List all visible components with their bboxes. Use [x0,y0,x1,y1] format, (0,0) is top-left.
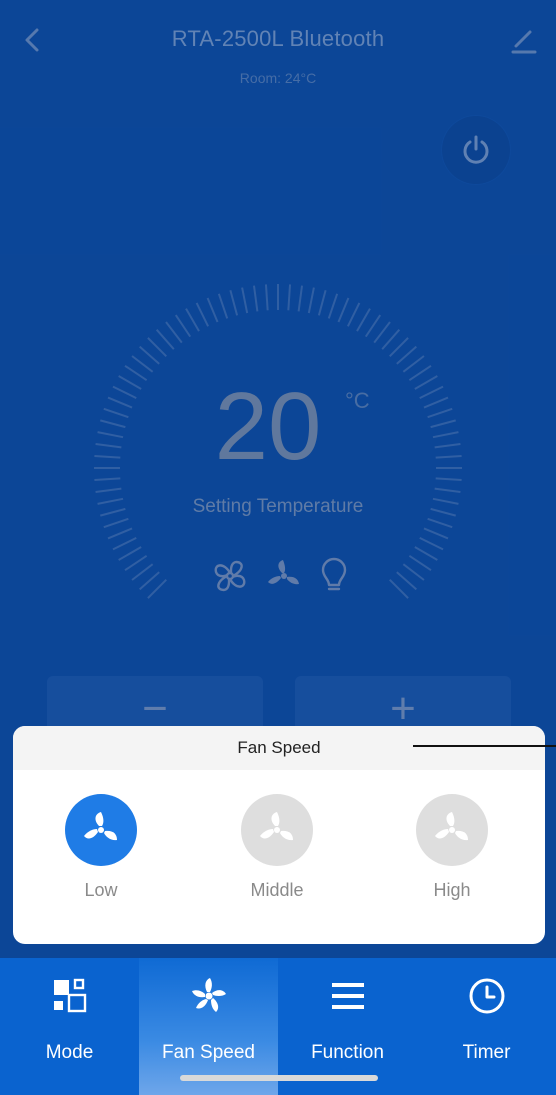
fan-speed-options: Low Middle High [13,794,545,924]
fan-speed-option-label: High [433,880,471,900]
fan-icon [435,812,468,841]
fan-speed-middle-circle [241,794,313,866]
fan-speed-sheet: Fan Speed Low Middle High [13,726,545,944]
tab-label: Timer [462,1042,511,1063]
fan-speed-option-label: Middle [250,880,304,900]
annotation-pointer-line [413,745,556,747]
tab-label: Fan Speed [162,1042,255,1063]
tab-label: Mode [45,1042,94,1063]
fan-icon [84,812,117,841]
tab-label: Function [311,1042,384,1063]
menu-icon [328,976,368,1016]
fan-speed-option-middle[interactable]: Middle [217,794,337,924]
clock-icon [467,976,507,1016]
sheet-title: Fan Speed [13,726,545,770]
tab-mode[interactable]: Mode [0,958,139,1095]
fan-icon [260,812,293,841]
fan-speed-high-circle [416,794,488,866]
fan-speed-option-label: Low [84,880,118,900]
fan-speed-option-high[interactable]: High [392,794,512,924]
fan-icon [189,976,229,1016]
home-indicator [180,1075,378,1081]
tab-timer[interactable]: Timer [417,958,556,1095]
fan-speed-low-circle [65,794,137,866]
fan-speed-option-low[interactable]: Low [41,794,161,924]
mode-icon [50,976,90,1016]
